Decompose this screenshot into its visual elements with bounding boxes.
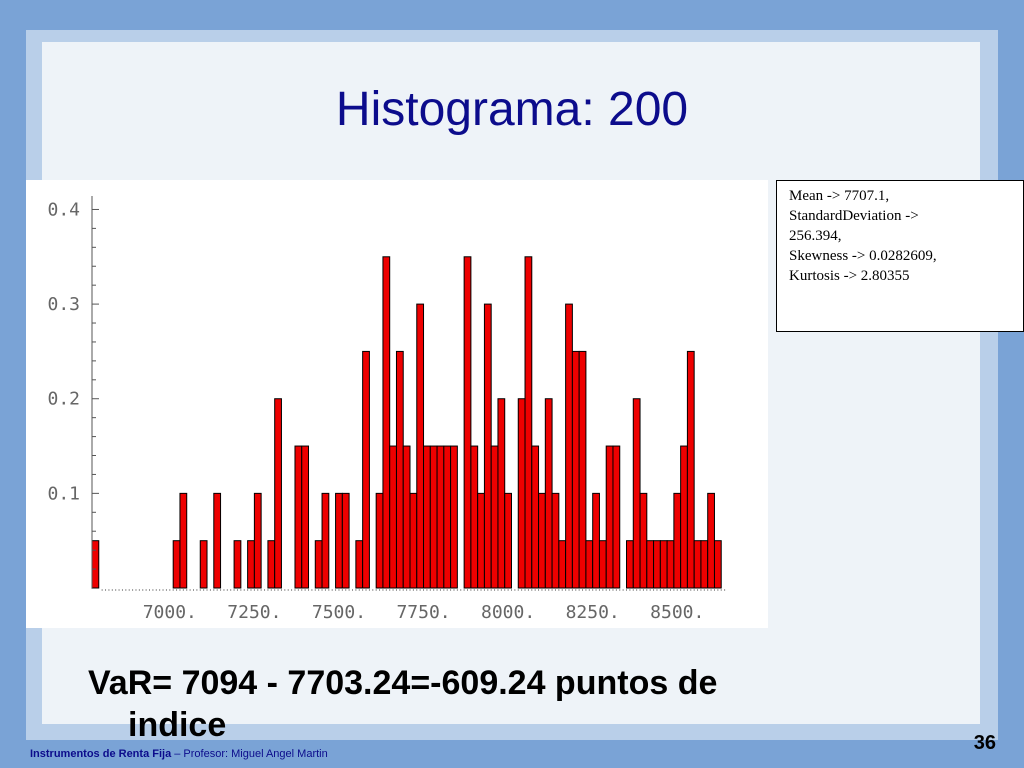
histogram-bar: [294, 445, 303, 589]
x-tick-label: 7750.: [396, 602, 450, 623]
histogram-bar: [382, 256, 391, 589]
histogram-bar: [199, 540, 208, 589]
histogram-bar: [395, 350, 404, 589]
stat-stddev-value: 256.394,: [789, 228, 842, 244]
histogram-bar: [402, 445, 411, 589]
histogram-bar: [659, 540, 668, 589]
footer-professor: – Profesor: Miguel Angel Martin: [171, 748, 328, 760]
histogram-bar: [598, 540, 607, 589]
histogram-bar: [321, 492, 330, 589]
histogram-bar: [626, 540, 634, 589]
histogram-bar: [538, 492, 546, 589]
x-tick-label: 7000.: [143, 602, 197, 623]
histogram-bar: [585, 540, 594, 589]
histogram-bar: [179, 492, 188, 589]
histogram-bar: [707, 492, 715, 589]
histogram-bar: [341, 492, 350, 589]
histogram-bar: [301, 445, 310, 589]
histogram-bar: [416, 303, 425, 589]
histogram-bar: [673, 492, 682, 589]
histogram-bar: [247, 540, 255, 589]
histogram-bar: [375, 492, 384, 589]
histogram-bar: [693, 540, 702, 589]
stat-stddev-label: StandardDeviation ->: [789, 208, 919, 224]
histogram-bar: [686, 350, 695, 589]
histogram-bar: [335, 492, 343, 589]
histogram-bar: [646, 540, 655, 589]
histogram-bar: [443, 445, 452, 589]
histogram-bar: [713, 540, 722, 589]
histogram-bar: [450, 445, 458, 589]
statistics-box: Mean -> 7707.1, StandardDeviation -> 256…: [776, 180, 1024, 332]
histogram-bar: [551, 492, 560, 589]
var-statement: VaR= 7094 - 7703.24=-609.24 puntos de in…: [88, 662, 888, 746]
x-tick-label: 7500.: [312, 602, 366, 623]
histogram-bar: [653, 540, 661, 589]
histogram-bar: [470, 445, 479, 589]
histogram-bar: [558, 540, 567, 589]
histogram-bar: [213, 492, 222, 589]
histogram-bar: [700, 540, 709, 589]
x-tick-label: 8250.: [566, 602, 620, 623]
x-tick-label: 8000.: [481, 602, 535, 623]
stat-kurtosis: Kurtosis -> 2.80355: [789, 268, 910, 284]
histogram-bar: [612, 445, 621, 589]
histogram-bar: [578, 350, 587, 589]
histogram-bar: [605, 445, 614, 589]
histogram-bar: [355, 540, 364, 589]
histogram-bar: [666, 540, 675, 589]
stat-skewness: Skewness -> 0.0282609,: [789, 248, 937, 264]
histogram-bar: [172, 540, 181, 589]
footer-course: Instrumentos de Renta Fija: [30, 748, 172, 760]
histogram-bar: [423, 445, 431, 589]
histogram-bar: [362, 350, 370, 589]
histogram-bar: [409, 492, 418, 589]
var-line-1: VaR= 7094 - 7703.24=-609.24 puntos de: [88, 664, 718, 702]
y-tick-label: 0.3: [47, 294, 80, 315]
page-number: 36: [973, 732, 996, 754]
y-tick-label: 0.1: [47, 483, 80, 504]
histogram-bar: [429, 445, 438, 589]
x-tick-label: 8500.: [650, 602, 704, 623]
histogram-bar: [490, 445, 499, 589]
y-tick-label: 0.4: [47, 199, 80, 220]
histogram-bar: [436, 445, 445, 589]
histogram-bar: [267, 540, 276, 589]
histogram-bar: [497, 398, 506, 589]
footer: Instrumentos de Renta Fija – Profesor: M…: [30, 748, 328, 760]
histogram-bar: [517, 398, 526, 589]
histogram-bar: [592, 492, 600, 589]
histogram-chart: 0.1 0.2 0.3 0.4 7000. 7250. 7500. 7750. 8000. 825…: [26, 180, 768, 628]
histogram-bar: [233, 540, 242, 589]
histogram-bar: [524, 256, 533, 589]
histogram-bar: [91, 540, 100, 589]
histogram-bar: [639, 492, 648, 589]
histogram-bars: [91, 256, 722, 589]
histogram-bar: [314, 540, 323, 589]
histogram-bar: [565, 303, 573, 589]
histogram-bar: [274, 398, 282, 589]
histogram-bar: [477, 492, 485, 589]
histogram-bar: [504, 492, 512, 589]
histogram-svg: 0.1 0.2 0.3 0.4 7000. 7250. 7500. 7750. 8000. 825…: [47, 196, 726, 623]
histogram-bar: [531, 445, 540, 589]
var-line-2: indice: [128, 706, 227, 744]
histogram-bar: [632, 398, 641, 589]
histogram-bar: [571, 350, 580, 589]
histogram-bar: [389, 445, 397, 589]
histogram-bar: [463, 256, 472, 589]
histogram-bar: [253, 492, 262, 589]
histogram-bar: [680, 445, 688, 589]
histogram-bar: [544, 398, 553, 589]
x-tick-label: 7250.: [227, 602, 281, 623]
histogram-bar: [483, 303, 492, 589]
y-tick-label: 0.2: [47, 389, 80, 410]
slide-title: Histograma: 200: [335, 83, 689, 136]
stat-mean: Mean -> 7707.1,: [789, 188, 890, 204]
